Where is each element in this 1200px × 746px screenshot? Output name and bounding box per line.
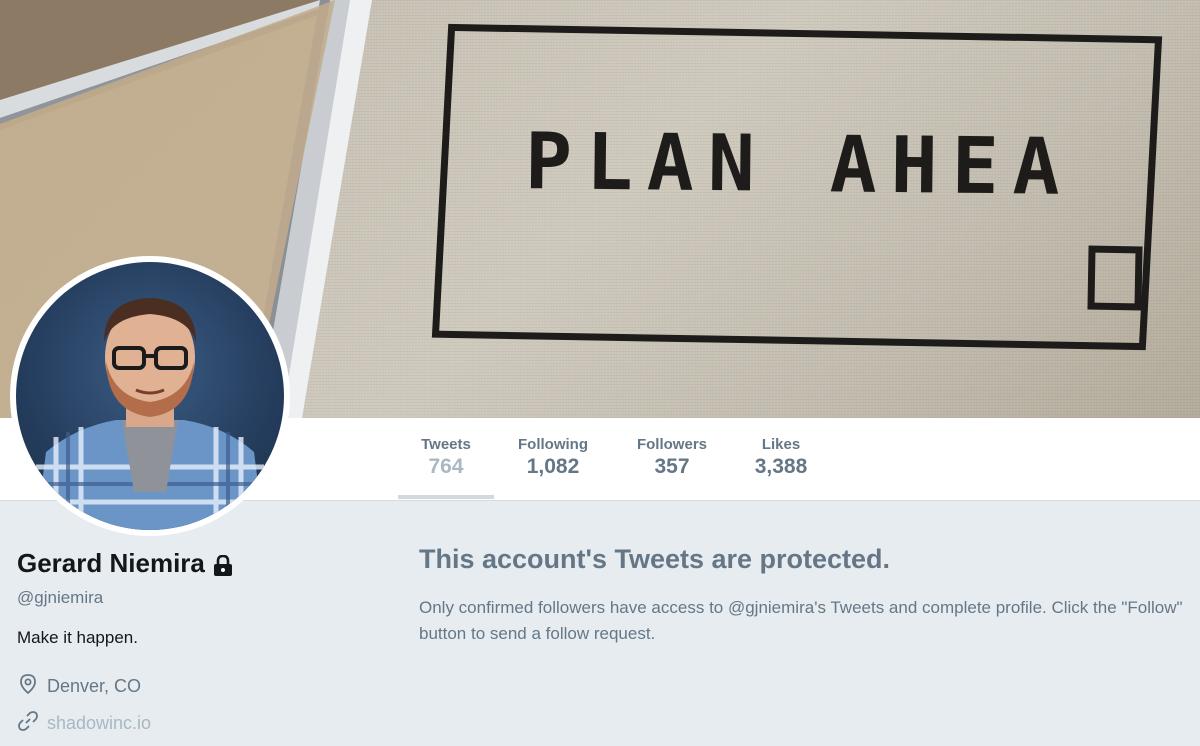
protected-title: This account's Tweets are protected. <box>419 544 891 574</box>
link-icon <box>17 710 39 737</box>
stat-value: 764 <box>428 455 464 478</box>
profile-handle[interactable]: @gjniemira <box>17 588 103 608</box>
stat-label: Likes <box>761 436 801 453</box>
stat-likes[interactable]: Likes 3,388 <box>746 436 816 479</box>
stat-tweets[interactable]: Tweets 764 <box>410 436 482 479</box>
profile-website[interactable]: shadowinc.io <box>17 710 151 737</box>
banner-stitched-box <box>1087 245 1143 311</box>
profile-name[interactable]: Gerard Niemira <box>17 548 233 579</box>
stat-label: Tweets <box>421 436 471 453</box>
profile-location: Denver, CO <box>17 673 141 700</box>
stat-label: Following <box>518 436 588 453</box>
lock-icon <box>213 553 233 576</box>
active-tab-indicator <box>398 495 494 499</box>
website-link[interactable]: shadowinc.io <box>47 713 151 734</box>
avatar-photo <box>16 262 284 530</box>
stat-value: 3,388 <box>754 455 808 478</box>
stat-value: 1,082 <box>526 455 580 478</box>
avatar[interactable] <box>10 256 290 536</box>
profile-bio: Make it happen. <box>17 628 138 647</box>
stat-followers[interactable]: Followers 357 <box>626 436 718 479</box>
banner-text: PLAN AHEA <box>524 117 1075 213</box>
stat-following[interactable]: Following 1,082 <box>508 436 598 479</box>
location-text: Denver, CO <box>47 676 142 696</box>
stat-label: Followers <box>636 436 707 453</box>
location-pin-icon <box>17 673 39 700</box>
protected-description: Only confirmed followers have access to … <box>419 598 1183 643</box>
profile-name-text: Gerard Niemira <box>17 548 205 578</box>
stat-value: 357 <box>654 455 690 478</box>
